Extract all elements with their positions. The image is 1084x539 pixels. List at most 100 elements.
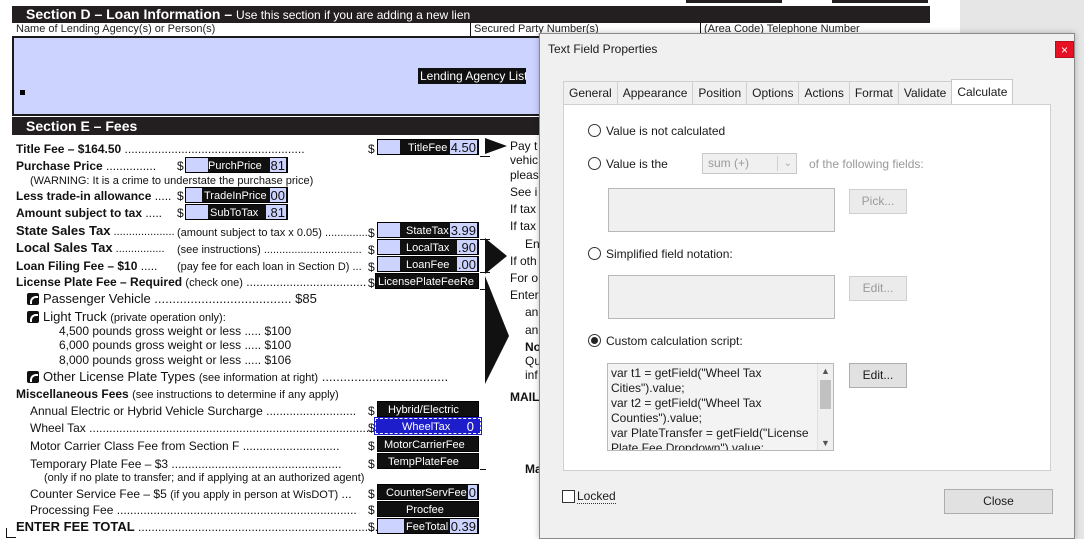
tab-general[interactable]: General — [563, 81, 618, 104]
scrollbar[interactable]: ▲ ▼ — [817, 364, 833, 450]
locked-checkbox[interactable] — [562, 490, 575, 503]
not-calculated-radio[interactable] — [588, 124, 601, 137]
passenger-label: Passenger Vehicle ......................… — [43, 291, 317, 306]
dollar-sign: $ — [368, 260, 375, 274]
right-column-text: an — [525, 305, 539, 319]
pick-button[interactable]: Pick... — [849, 189, 907, 214]
title-fee-label: Title Fee – $164.50 ....................… — [16, 142, 305, 156]
right-column-text: If oth — [510, 254, 537, 268]
dollar-sign: $ — [177, 206, 184, 220]
loan-fee-field[interactable]: LoanFee .00 — [377, 256, 479, 272]
wheel-tax-label: Wheel Tax ..............................… — [30, 421, 406, 435]
top-rule — [832, 0, 928, 3]
custom-script-label[interactable]: Custom calculation script: — [606, 334, 743, 348]
custom-script-box[interactable]: var t1 = getField("Wheel Tax Cities").va… — [607, 363, 834, 451]
scroll-down-icon[interactable]: ▼ — [818, 436, 833, 450]
dollar-sign: $ — [177, 189, 184, 203]
processing-fee-field[interactable]: Procfee — [377, 501, 479, 517]
light-truck-label: Light Truck (private operation only): — [43, 309, 226, 325]
text-field-properties-dialog: Text Field Properties × General Appearan… — [539, 33, 1075, 539]
not-calculated-label[interactable]: Value is not calculated — [606, 124, 725, 138]
right-column-text: MAIL — [510, 390, 540, 404]
other-plate-radio-icon[interactable] — [27, 371, 39, 383]
hybrid-electric-field[interactable]: Hybrid/Electric — [377, 401, 479, 417]
value-is-label[interactable]: Value is the — [606, 157, 668, 171]
tab-validate[interactable]: Validate — [897, 81, 953, 104]
other-plate-label: Other License Plate Types (see informati… — [43, 369, 449, 385]
tab-position[interactable]: Position — [692, 81, 748, 104]
section-d-title: Section D – Loan Information – — [26, 6, 233, 22]
right-column-text: Enter — [510, 288, 539, 302]
fee-total-label: ENTER FEE TOTAL ........................… — [16, 519, 379, 535]
temp-plate-label: Temporary Plate Fee – $3 ...............… — [30, 457, 342, 471]
tab-actions[interactable]: Actions — [798, 81, 850, 104]
loan-fee-label: Loan Filing Fee – $10 ..... — [16, 259, 158, 273]
right-column-text: pleas — [510, 168, 539, 182]
value-is-radio[interactable] — [588, 157, 601, 170]
purchase-price-field[interactable]: PurchPrice 81 — [185, 157, 288, 173]
lending-agency-list-dropdown[interactable]: Lending Agency List — [418, 68, 526, 84]
passenger-radio-icon[interactable] — [27, 293, 39, 305]
dollar-sign: $ — [368, 439, 375, 453]
truck-4500-label: 4,500 pounds gross weight or less ..... … — [59, 324, 292, 338]
right-column-text: En — [525, 237, 540, 251]
lender-column-label: Name of Lending Agency(s) or Person(s) — [16, 23, 216, 35]
scroll-up-icon[interactable]: ▲ — [818, 364, 833, 378]
dollar-sign: $ — [368, 457, 375, 471]
tab-bar: General Appearance Position Options Acti… — [563, 79, 1014, 104]
operation-select[interactable]: sum (+) ⌄ — [702, 153, 797, 174]
light-truck-radio-icon[interactable] — [27, 311, 39, 323]
right-column-text: vehic — [510, 153, 539, 167]
wheel-tax-field[interactable]: WheelTax 0 — [374, 417, 482, 435]
motor-carrier-field[interactable]: MotorCarrierFee — [377, 436, 479, 452]
tab-calculate[interactable]: Calculate — [951, 79, 1014, 104]
motor-carrier-label: Motor Carrier Class Fee from Section F .… — [30, 439, 340, 453]
amount-subject-label: Amount subject to tax ..... — [16, 206, 163, 220]
subtotal-tax-field[interactable]: SubToTax .81 — [185, 204, 288, 220]
top-rule — [686, 0, 782, 3]
local-tax-field[interactable]: LocalTax .90 — [377, 239, 479, 255]
right-column-text: Pay t — [510, 139, 538, 153]
fee-total-field[interactable]: FeeTotal 0.39 — [377, 518, 479, 534]
tab-format[interactable]: Format — [848, 81, 899, 104]
trade-in-label: Less trade-in allowance ..... — [16, 189, 172, 203]
scroll-thumb[interactable] — [820, 380, 831, 409]
bullet-icon — [20, 90, 25, 95]
dollar-sign: $ — [368, 243, 375, 257]
right-column-text: If tax — [510, 219, 537, 233]
truck-8000-label: 8,000 pounds gross weight or less ..... … — [59, 353, 292, 367]
truck-6000-label: 6,000 pounds gross weight or less ..... … — [59, 338, 292, 352]
temp-plate-note: (only if no plate to transfer; and if ap… — [44, 472, 365, 484]
close-icon[interactable]: × — [1055, 41, 1074, 58]
section-d-subtitle: Use this section if you are adding a new… — [236, 8, 471, 22]
dollar-sign: $ — [368, 226, 375, 240]
local-tax-note: (see instructions) .....................… — [177, 244, 362, 256]
counter-service-field[interactable]: CounterServFee 0 — [377, 484, 479, 500]
state-tax-field[interactable]: StateTax 3.99 — [377, 222, 479, 238]
dollar-sign: $ — [368, 520, 375, 534]
custom-script-radio[interactable] — [588, 334, 601, 347]
close-button[interactable]: Close — [944, 489, 1053, 514]
section-d-header: Section D – Loan Information – Use this … — [12, 6, 930, 23]
tab-appearance[interactable]: Appearance — [616, 81, 694, 104]
edit-simplified-button[interactable]: Edit... — [849, 276, 907, 301]
warning-text: (WARNING: It is a crime to understate th… — [30, 175, 314, 187]
state-tax-label: State Sales Tax .................... — [16, 223, 175, 239]
trade-in-field[interactable]: TradeInPrice 00 — [185, 187, 288, 203]
fields-list[interactable] — [608, 188, 835, 232]
license-plate-fee-field[interactable]: LicensePlateFeeRe — [375, 273, 479, 289]
electric-label: Annual Electric or Hybrid Vehicle Surcha… — [30, 404, 357, 418]
dollar-sign: $ — [368, 421, 375, 435]
right-column-text: inf — [525, 368, 538, 382]
simplified-notation-box[interactable] — [608, 275, 835, 319]
counter-fee-label: Counter Service Fee – $5 (if you apply i… — [30, 487, 352, 501]
dollar-sign: $ — [368, 404, 375, 418]
locked-label[interactable]: Locked — [577, 490, 616, 504]
plate-fee-label: License Plate Fee – Required (check one)… — [16, 275, 367, 289]
temp-plate-field[interactable]: TempPlateFee — [377, 453, 479, 469]
simplified-radio[interactable] — [588, 247, 601, 260]
tab-options[interactable]: Options — [746, 81, 800, 104]
edit-script-button[interactable]: Edit... — [849, 363, 907, 388]
title-fee-field[interactable]: TitleFee 4.50 — [377, 139, 479, 155]
simplified-label[interactable]: Simplified field notation: — [606, 247, 733, 261]
